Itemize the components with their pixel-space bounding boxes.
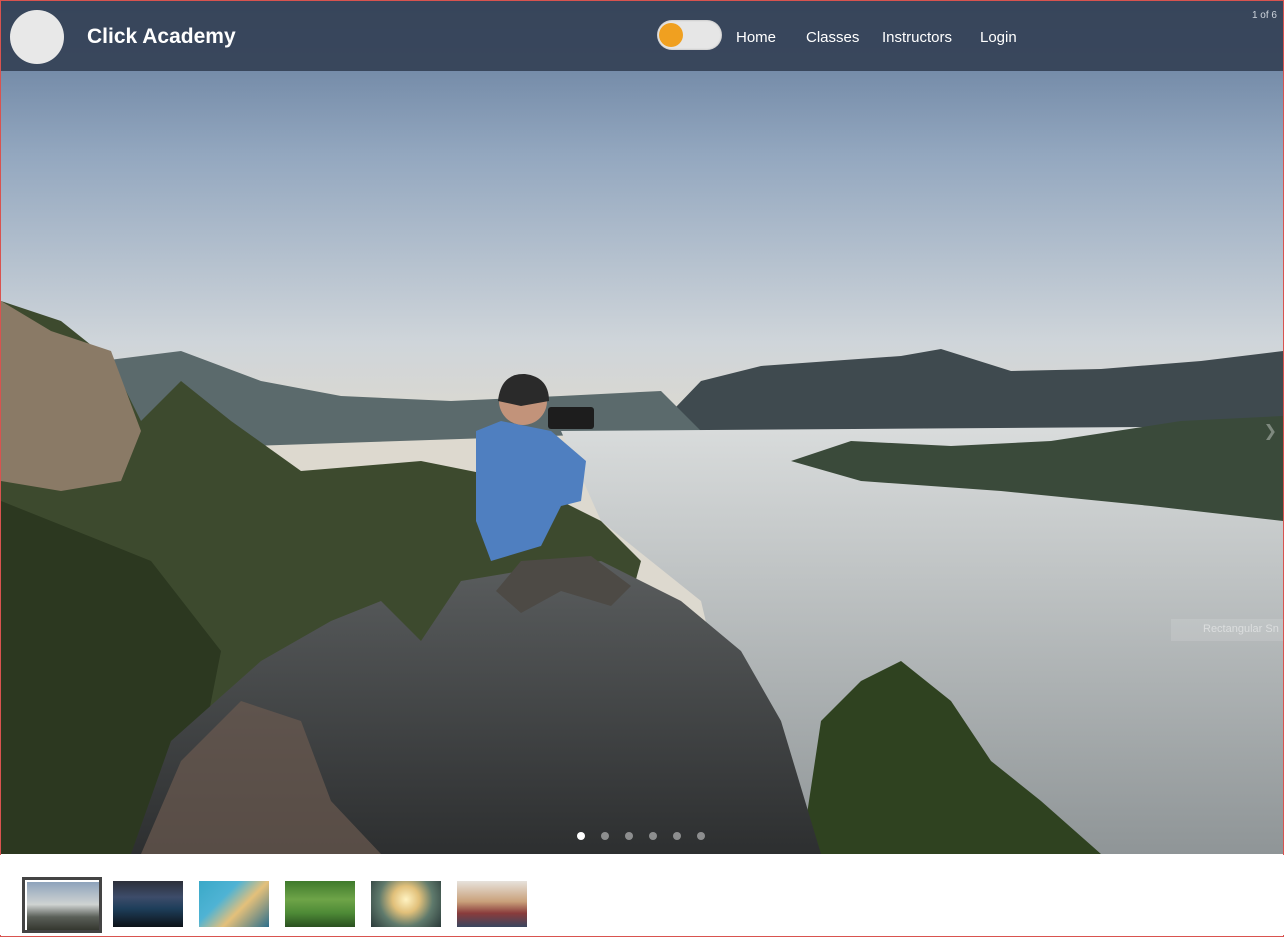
top-navbar: Click Academy Home Classes Instructors L… <box>1 1 1283 71</box>
toggle-knob <box>659 23 683 47</box>
nav-instructors-link[interactable]: Instructors <box>882 29 952 46</box>
thumbnail-6[interactable] <box>457 881 527 927</box>
slide-dot-5[interactable] <box>673 832 681 840</box>
slide-counter: 1 of 6 <box>1251 10 1277 21</box>
thumbnail-5[interactable] <box>371 881 441 927</box>
thumbnail-1[interactable] <box>22 877 102 933</box>
slide-dot-4[interactable] <box>649 832 657 840</box>
thumbnail-strip <box>0 855 1284 935</box>
nav-home-link[interactable]: Home <box>736 29 776 46</box>
thumbnail-2[interactable] <box>113 881 183 927</box>
brand-title[interactable]: Click Academy <box>87 25 236 49</box>
thumbnail-4[interactable] <box>285 881 355 927</box>
hero-image <box>1 1 1283 854</box>
chevron-right-icon[interactable]: ❯ <box>1264 421 1277 441</box>
slide-dot-6[interactable] <box>697 832 705 840</box>
nav-classes-link[interactable]: Classes <box>806 29 859 46</box>
watermark-label: Rectangular Sn <box>1171 619 1283 641</box>
theme-toggle[interactable] <box>657 20 722 50</box>
nav-login-link[interactable]: Login <box>980 29 1017 46</box>
thumbnail-3[interactable] <box>199 881 269 927</box>
slide-dot-1[interactable] <box>577 832 585 840</box>
slide-dot-3[interactable] <box>625 832 633 840</box>
hero-slider[interactable]: Rectangular Sn ❯ <box>1 1 1283 854</box>
slide-dot-2[interactable] <box>601 832 609 840</box>
logo-avatar[interactable] <box>10 10 64 64</box>
